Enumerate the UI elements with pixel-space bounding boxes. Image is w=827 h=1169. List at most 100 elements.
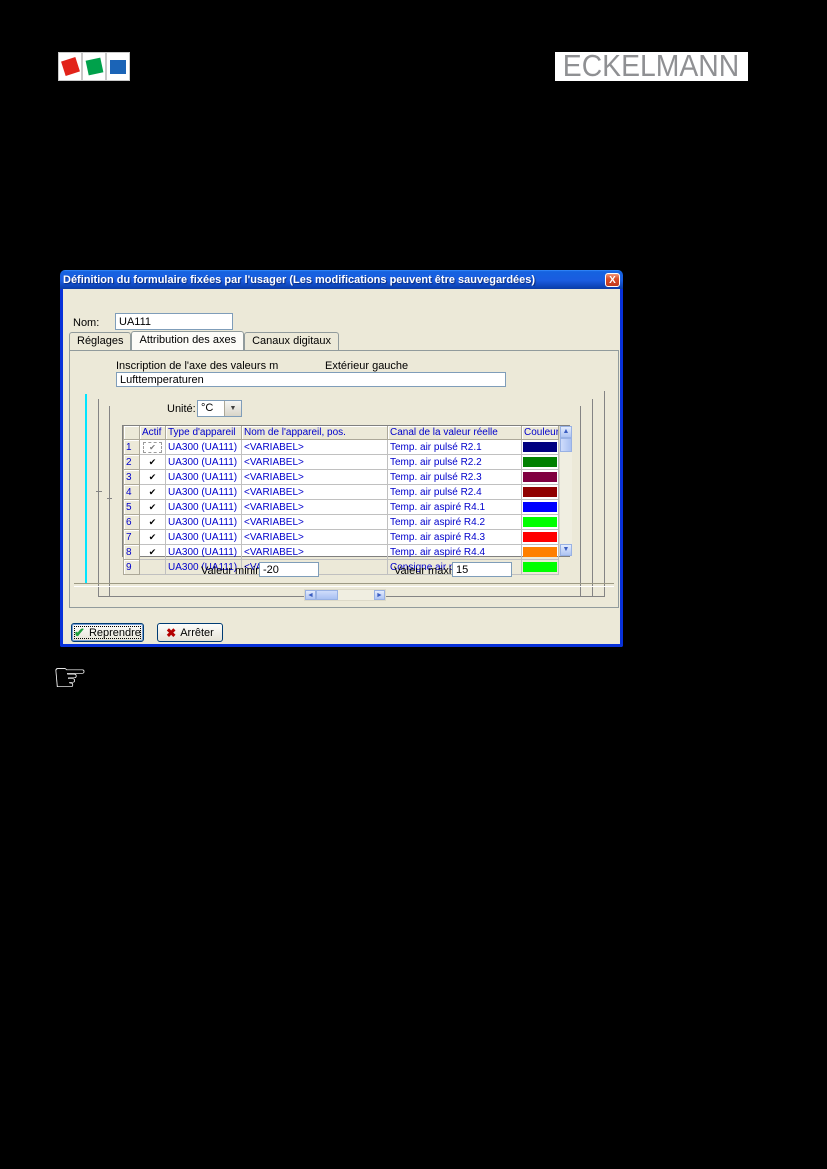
row-number: 2 xyxy=(124,455,140,470)
cross-icon: ✖ xyxy=(166,626,176,640)
couleur-cell[interactable] xyxy=(522,545,559,560)
scroll-down-icon[interactable]: ▼ xyxy=(560,544,572,556)
chevron-down-icon[interactable]: ▼ xyxy=(224,401,241,416)
dialog-window: Définition du formulaire fixées par l'us… xyxy=(60,289,623,647)
table-header: ActifType d'appareilNom de l'appareil, p… xyxy=(124,426,559,440)
checkmark-icon: ✔ xyxy=(149,472,157,482)
nom-appareil-cell: <VARIABEL> xyxy=(242,515,388,530)
row-number: 8 xyxy=(124,545,140,560)
color-swatch xyxy=(523,562,557,572)
couleur-cell[interactable] xyxy=(522,530,559,545)
check-icon: ✔ xyxy=(74,625,85,641)
close-icon[interactable]: X xyxy=(605,273,620,287)
nom-appareil-cell: <VARIABEL> xyxy=(242,485,388,500)
couleur-cell[interactable] xyxy=(522,470,559,485)
table-row[interactable]: 3✔UA300 (UA111)<VARIABEL>Temp. air pulsé… xyxy=(124,470,559,485)
row-number: 6 xyxy=(124,515,140,530)
couleur-cell[interactable] xyxy=(522,440,559,455)
logo-cell xyxy=(58,52,82,81)
nom-appareil-cell: <VARIABEL> xyxy=(242,545,388,560)
color-swatch xyxy=(523,442,557,452)
couleur-cell[interactable] xyxy=(522,485,559,500)
dialog-titlebar[interactable]: Définition du formulaire fixées par l'us… xyxy=(60,270,623,289)
tab-canaux-digitaux[interactable]: Canaux digitaux xyxy=(244,332,339,350)
tab-attribution-des-axes[interactable]: Attribution des axes xyxy=(131,331,244,351)
color-swatch xyxy=(523,487,557,497)
min-input[interactable] xyxy=(259,562,319,577)
column-header: Canal de la valeur réelle xyxy=(388,426,522,440)
reprendre-button[interactable]: ✔ Reprendre xyxy=(71,623,144,642)
actif-checkbox[interactable]: ✔ xyxy=(140,440,166,455)
table-row[interactable]: 4✔UA300 (UA111)<VARIABEL>Temp. air pulsé… xyxy=(124,485,559,500)
eckelmann-logo: ECKELMANN xyxy=(555,52,748,81)
table-row[interactable]: 1✔UA300 (UA111)<VARIABEL>Temp. air pulsé… xyxy=(124,440,559,455)
nom-appareil-cell: <VARIABEL> xyxy=(242,500,388,515)
horizontal-scrollbar[interactable]: ◄ ► xyxy=(304,589,386,601)
tab-r-glages[interactable]: Réglages xyxy=(69,332,131,350)
value-axis-gray xyxy=(98,399,99,597)
actif-checkbox[interactable]: ✔ xyxy=(140,455,166,470)
nom-appareil-cell: <VARIABEL> xyxy=(242,470,388,485)
nom-label: Nom: xyxy=(73,317,99,329)
column-header: Actif xyxy=(140,426,166,440)
type-appareil-cell: UA300 (UA111) xyxy=(166,530,242,545)
channel-table: ActifType d'appareilNom de l'appareil, p… xyxy=(122,425,570,557)
canal-cell: Temp. air pulsé R2.4 xyxy=(388,485,522,500)
checkmark-icon: ✔ xyxy=(149,487,157,497)
table-row[interactable]: 8✔UA300 (UA111)<VARIABEL>Temp. air aspir… xyxy=(124,545,559,560)
actif-checkbox[interactable]: ✔ xyxy=(140,500,166,515)
column-header: Nom de l'appareil, pos. xyxy=(242,426,388,440)
green-square-icon xyxy=(85,58,103,76)
color-swatch xyxy=(523,457,557,467)
value-axis-gray xyxy=(109,406,110,597)
red-diamond-icon xyxy=(61,57,80,76)
canal-cell: Temp. air pulsé R2.2 xyxy=(388,455,522,470)
couleur-cell[interactable] xyxy=(522,560,559,575)
nom-input[interactable] xyxy=(115,313,233,330)
axis-caption-label: Inscription de l'axe des valeurs m xyxy=(116,360,278,372)
scrollbar-thumb[interactable] xyxy=(316,590,338,600)
table-row[interactable]: 6✔UA300 (UA111)<VARIABEL>Temp. air aspir… xyxy=(124,515,559,530)
axis-caption-input[interactable] xyxy=(116,372,506,387)
actif-checkbox[interactable]: ✔ xyxy=(140,530,166,545)
scrollbar-thumb[interactable] xyxy=(560,438,572,452)
canal-cell: Temp. air aspiré R4.3 xyxy=(388,530,522,545)
type-appareil-cell: UA300 (UA111) xyxy=(166,515,242,530)
nom-appareil-cell: <VARIABEL> xyxy=(242,530,388,545)
row-number: 3 xyxy=(124,470,140,485)
scroll-up-icon[interactable]: ▲ xyxy=(560,426,572,438)
type-appareil-cell: UA300 (UA111) xyxy=(166,440,242,455)
scroll-right-icon[interactable]: ► xyxy=(374,590,385,600)
actif-checkbox[interactable]: ✔ xyxy=(140,485,166,500)
checkmark-icon: ✔ xyxy=(149,547,157,557)
dialog-title: Définition du formulaire fixées par l'us… xyxy=(63,274,605,286)
table-row[interactable]: 2✔UA300 (UA111)<VARIABEL>Temp. air pulsé… xyxy=(124,455,559,470)
table-row[interactable]: 5✔UA300 (UA111)<VARIABEL>Temp. air aspir… xyxy=(124,500,559,515)
max-input[interactable] xyxy=(452,562,512,577)
scrollbar-track[interactable] xyxy=(338,590,374,600)
row-number: 5 xyxy=(124,500,140,515)
page: ECKELMANN Définition du formulaire fixée… xyxy=(0,0,827,1169)
actif-checkbox[interactable]: ✔ xyxy=(140,470,166,485)
arreter-button[interactable]: ✖ Arrêter xyxy=(157,623,223,642)
table-row[interactable]: 7✔UA300 (UA111)<VARIABEL>Temp. air aspir… xyxy=(124,530,559,545)
actif-checkbox[interactable]: ✔ xyxy=(140,545,166,560)
logo-cell xyxy=(82,52,106,81)
arreter-button-label: Arrêter xyxy=(180,627,214,639)
tab-panel-attribution-des-axes: Inscription de l'axe des valeurs m Extér… xyxy=(69,350,619,608)
actif-checkbox[interactable] xyxy=(140,560,166,575)
row-number: 9 xyxy=(124,560,140,575)
axis-tick xyxy=(96,491,102,492)
tab-strip: RéglagesAttribution des axesCanaux digit… xyxy=(69,333,339,350)
actif-checkbox[interactable]: ✔ xyxy=(140,515,166,530)
vertical-scrollbar[interactable]: ▲ ▼ xyxy=(559,426,572,556)
canal-cell: Temp. air aspiré R4.2 xyxy=(388,515,522,530)
couleur-cell[interactable] xyxy=(522,500,559,515)
couleur-cell[interactable] xyxy=(522,455,559,470)
couleur-cell[interactable] xyxy=(522,515,559,530)
nom-appareil-cell: <VARIABEL> xyxy=(242,455,388,470)
separator-line xyxy=(74,583,614,587)
unit-dropdown[interactable]: °C ▼ xyxy=(197,400,242,417)
scroll-left-icon[interactable]: ◄ xyxy=(305,590,316,600)
checkbox-focused-icon: ✔ xyxy=(143,442,162,453)
